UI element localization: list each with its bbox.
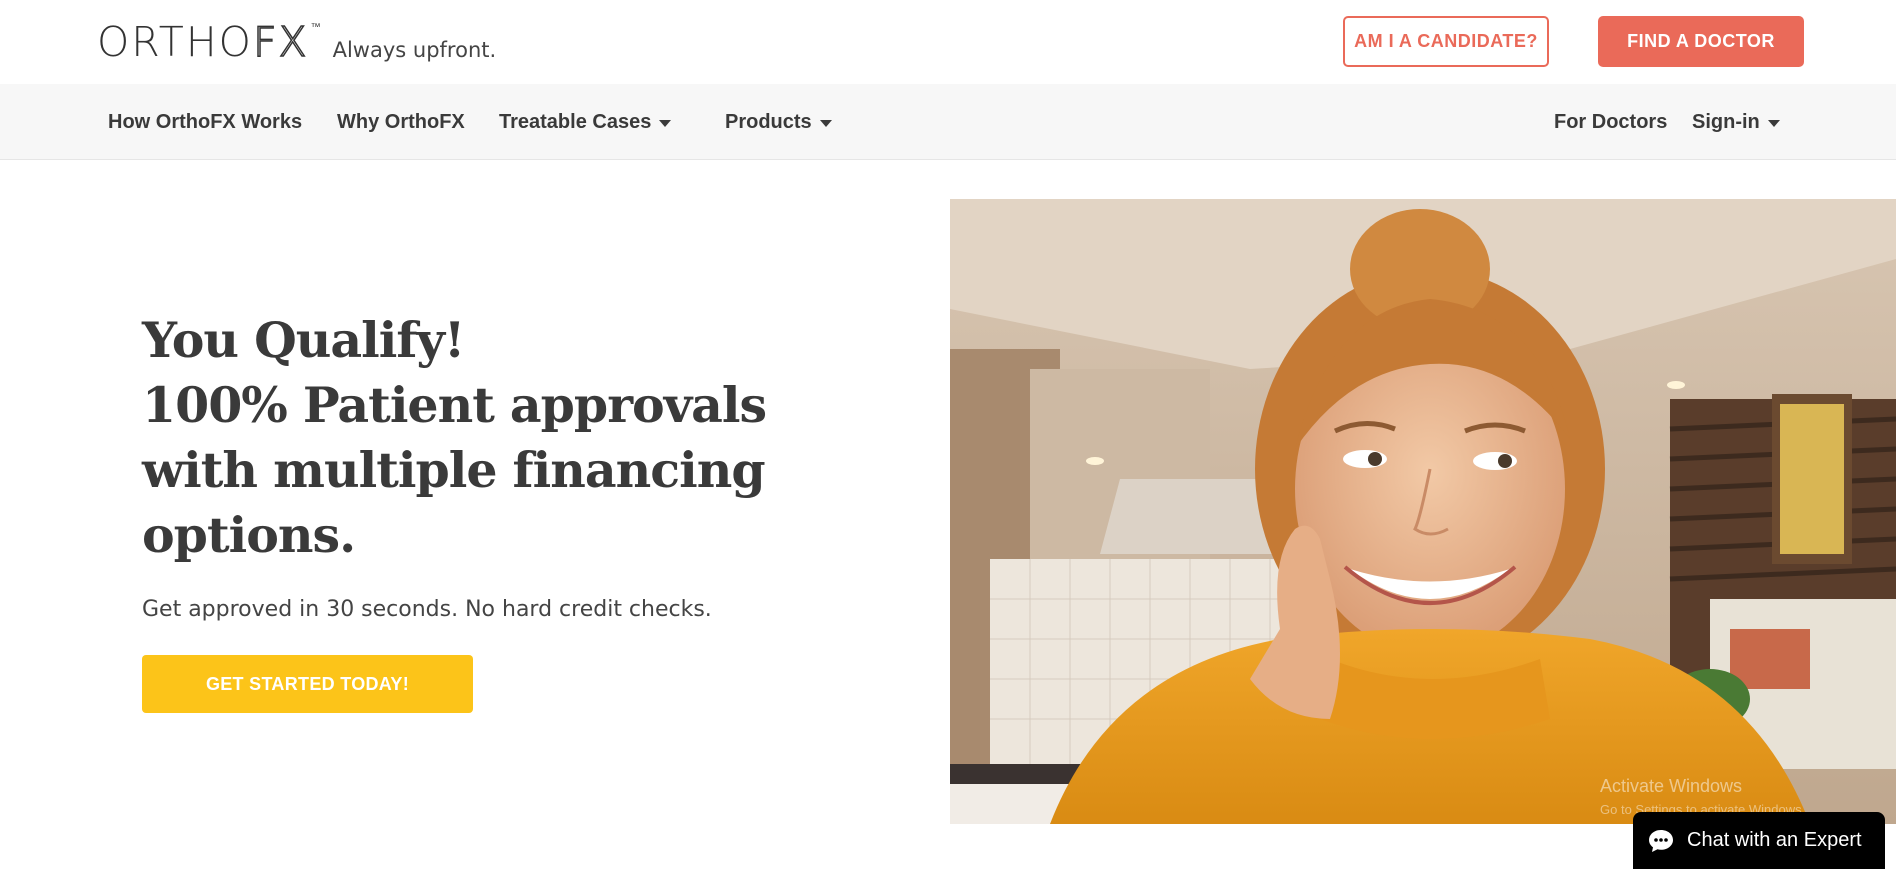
nav-item-label: Products [725, 110, 812, 133]
nav-products[interactable]: Products [725, 84, 832, 160]
am-i-a-candidate-button[interactable]: AM I A CANDIDATE? [1343, 16, 1549, 67]
activate-windows-title: Activate Windows [1600, 776, 1743, 796]
hero-title-line: 100% Patient approvals [142, 376, 767, 434]
orthofx-logo[interactable]: ORTHOFX ™ Always upfront. [97, 18, 497, 66]
chat-bubble-icon [1647, 827, 1675, 855]
main-nav: How OrthoFX Works Why OrthoFX Treatable … [0, 84, 1896, 160]
smiling-woman-kitchen-photo [950, 199, 1896, 824]
hero-photo [950, 199, 1896, 824]
nav-item-label: Sign-in [1692, 110, 1760, 133]
chat-with-expert-button[interactable]: Chat with an Expert [1633, 812, 1885, 869]
hero-title: You Qualify! 100% Patient approvals with… [142, 308, 782, 568]
nav-treatable-cases[interactable]: Treatable Cases [499, 84, 672, 160]
nav-sign-in[interactable]: Sign-in [1692, 84, 1780, 160]
nav-for-doctors[interactable]: For Doctors [1554, 84, 1667, 160]
hero-title-line: with multiple financing [142, 441, 766, 499]
nav-item-label: Treatable Cases [499, 110, 652, 133]
logo-tagline: Always upfront. [332, 38, 497, 62]
top-header: ORTHOFX ™ Always upfront. AM I A CANDIDA… [0, 0, 1896, 84]
nav-item-label: How OrthoFX Works [108, 110, 303, 133]
hero-title-line: You Qualify! [142, 311, 465, 369]
get-started-button[interactable]: GET STARTED TODAY! [142, 655, 473, 713]
find-a-doctor-button[interactable]: FIND A DOCTOR [1598, 16, 1804, 67]
hero-title-line: options. [142, 506, 356, 564]
caret-down-icon [659, 120, 672, 127]
nav-item-label: For Doctors [1554, 110, 1668, 133]
nav-item-label: Why OrthoFX [337, 110, 465, 133]
logo-trademark: ™ [310, 22, 321, 33]
chat-label: Chat with an Expert [1687, 829, 1862, 851]
nav-why-orthofx[interactable]: Why OrthoFX [337, 84, 465, 160]
nav-how-orthofx-works[interactable]: How OrthoFX Works [108, 84, 302, 160]
hero-subtitle: Get approved in 30 seconds. No hard cred… [142, 597, 712, 622]
caret-down-icon [819, 120, 832, 127]
caret-down-icon [1767, 120, 1780, 127]
logo-wordmark: ORTHOFX [97, 18, 309, 66]
